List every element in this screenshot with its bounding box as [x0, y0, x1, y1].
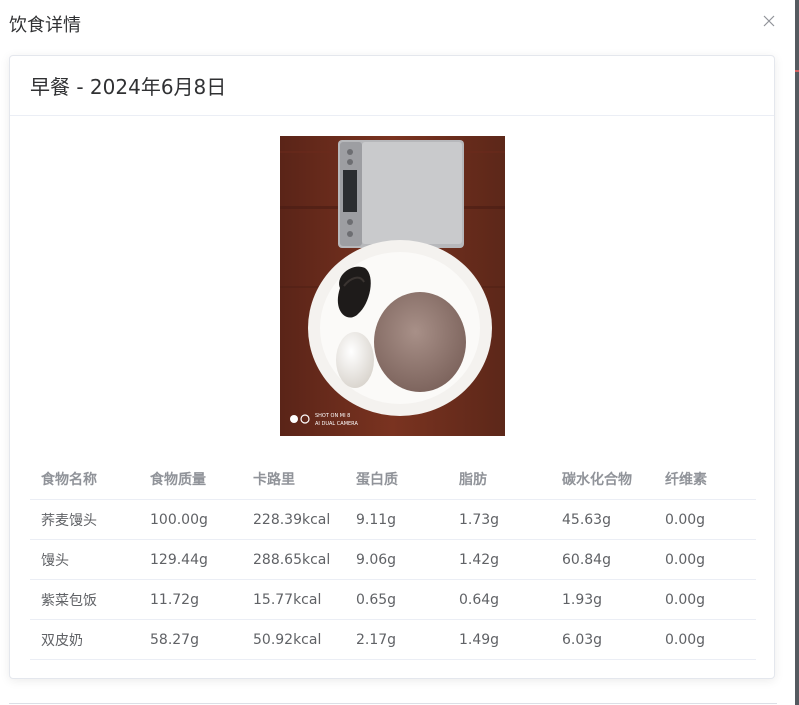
- table-cell: 1.73g: [459, 511, 500, 528]
- card-header: 早餐 - 2024年6月8日: [10, 56, 774, 116]
- table-header-row: 食物名称 食物质量 卡路里 蛋白质 脂肪 碳水化合物 纤维素: [30, 458, 756, 500]
- table-cell: 100.00g: [150, 511, 208, 528]
- table-cell: 1.49g: [459, 631, 500, 648]
- table-cell: 双皮奶: [41, 632, 83, 649]
- table-cell: 1.42g: [459, 551, 500, 568]
- table-row: 馒头 129.44g 288.65kcal 9.06g 1.42g 60.84g…: [30, 540, 756, 580]
- table-cell: 15.77kcal: [253, 591, 322, 608]
- table-cell: 2.17g: [356, 631, 397, 648]
- table-cell: 6.03g: [562, 631, 603, 648]
- background-window-edge: [795, 0, 799, 705]
- watermark-line1: SHOT ON MI 8: [315, 413, 350, 419]
- column-header: 纤维素: [665, 471, 707, 488]
- table-cell: 0.64g: [459, 591, 500, 608]
- column-header: 卡路里: [253, 471, 295, 488]
- table-cell: 紫菜包饭: [41, 592, 97, 609]
- nutrition-table: 食物名称 食物质量 卡路里 蛋白质 脂肪 碳水化合物 纤维素 荞麦馒头 100.…: [30, 458, 756, 660]
- background-accent-line: [795, 70, 799, 72]
- table-cell: 228.39kcal: [253, 511, 331, 528]
- table-cell: 0.00g: [665, 631, 706, 648]
- column-header: 蛋白质: [356, 471, 398, 488]
- table-row: 紫菜包饭 11.72g 15.77kcal 0.65g 0.64g 1.93g …: [30, 580, 756, 620]
- table-row: 双皮奶 58.27g 50.92kcal 2.17g 1.49g 6.03g 0…: [30, 620, 756, 660]
- table-cell: 58.27g: [150, 631, 199, 648]
- table-cell: 129.44g: [150, 551, 208, 568]
- table-cell: 1.93g: [562, 591, 603, 608]
- table-cell: 288.65kcal: [253, 551, 331, 568]
- column-header: 脂肪: [459, 471, 487, 488]
- table-cell: 60.84g: [562, 551, 611, 568]
- table-row: 荞麦馒头 100.00g 228.39kcal 9.11g 1.73g 45.6…: [30, 500, 756, 540]
- table-cell: 0.00g: [665, 551, 706, 568]
- column-header: 碳水化合物: [562, 471, 632, 488]
- table-cell: 9.11g: [356, 511, 397, 528]
- column-header: 食物质量: [150, 471, 206, 488]
- column-header: 食物名称: [41, 471, 97, 488]
- table-cell: 45.63g: [562, 511, 611, 528]
- table-cell: 50.92kcal: [253, 631, 322, 648]
- meal-photo: SHOT ON MI 8 AI DUAL CAMERA: [280, 136, 505, 436]
- table-cell: 0.00g: [665, 591, 706, 608]
- table-cell: 0.00g: [665, 511, 706, 528]
- card-title: 早餐 - 2024年6月8日: [30, 75, 227, 99]
- table-cell: 荞麦馒头: [41, 512, 97, 529]
- table-cell: 0.65g: [356, 591, 397, 608]
- meal-card: 早餐 - 2024年6月8日 SHOT ON MI 8 AI DUAL CAME…: [9, 55, 775, 679]
- close-icon[interactable]: [762, 14, 776, 28]
- dialog-footer-divider: [9, 703, 777, 704]
- table-cell: 9.06g: [356, 551, 397, 568]
- meal-photo-drawing: SHOT ON MI 8 AI DUAL CAMERA: [280, 136, 505, 436]
- dialog-title: 饮食详情: [9, 15, 81, 36]
- watermark-line2: AI DUAL CAMERA: [315, 421, 358, 427]
- table-cell: 馒头: [41, 552, 69, 569]
- table-cell: 11.72g: [150, 591, 199, 608]
